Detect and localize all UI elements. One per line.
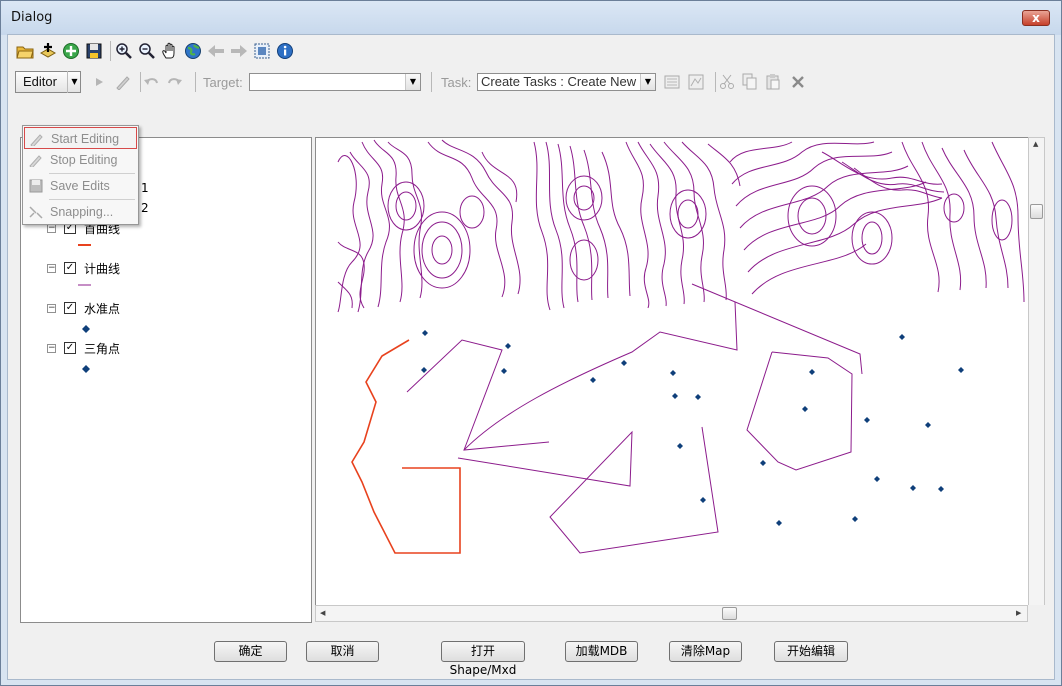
menu-separator [49, 173, 135, 174]
clear-map-button[interactable]: 清除Map [669, 641, 742, 662]
copy-icon[interactable] [742, 73, 758, 90]
paste-icon[interactable] [765, 73, 781, 90]
toc-partial-text: 1 [141, 181, 149, 195]
point-symbol-icon [82, 325, 90, 333]
menu-item-start-editing[interactable]: Start Editing [24, 127, 137, 149]
layer-name[interactable]: 三角点 [84, 340, 120, 357]
start-editing-icon [30, 134, 43, 146]
attributes-icon[interactable] [664, 74, 680, 90]
title-bar: Dialog x [1, 1, 1061, 35]
toc-partial-text: 2 [141, 201, 149, 215]
menu-item-stop-editing[interactable]: Stop Editing [24, 149, 137, 171]
editor-dropdown-menu: Start Editing Stop Editing Save Edits Sn… [22, 125, 139, 225]
map-canvas[interactable] [316, 138, 1030, 607]
line-symbol-icon [78, 284, 91, 286]
scroll-right-arrow-icon[interactable]: ▶ [1016, 609, 1021, 617]
chevron-down-icon: ▼ [640, 74, 655, 90]
select-icon[interactable] [252, 41, 272, 61]
editor-toolbar: Editor ▼ Target: ▼ Task: Create Tasks : … [15, 70, 1045, 94]
redo-icon[interactable] [167, 74, 183, 90]
menu-separator [49, 199, 135, 200]
point-symbol-icon [82, 365, 90, 373]
toc-layer-row[interactable]: − ✓ 水准点 [47, 300, 120, 316]
toolbar-separator [431, 72, 432, 92]
collapse-icon[interactable]: − [47, 263, 56, 273]
menu-item-label: Start Editing [51, 132, 120, 146]
toc-layer-row[interactable]: − ✓ 计曲线 [47, 260, 120, 276]
toolbar-separator [195, 72, 196, 92]
toolbar-separator [140, 72, 141, 92]
editor-dropdown-arrow-icon[interactable]: ▼ [67, 71, 81, 93]
save-edits-icon [29, 179, 43, 193]
forward-icon[interactable] [229, 41, 249, 61]
start-edit-button[interactable]: 开始编辑 [774, 641, 848, 662]
window-title: Dialog [11, 10, 53, 25]
delete-icon[interactable] [791, 75, 805, 89]
horizontal-scroll-thumb[interactable] [722, 607, 737, 620]
toc-partial-row: 1 [141, 180, 149, 196]
layer-visibility-checkbox[interactable]: ✓ [64, 262, 76, 274]
menu-item-snapping[interactable]: Snapping... [24, 201, 137, 223]
map-vertical-scrollbar[interactable]: ▲ [1028, 137, 1045, 607]
collapse-icon[interactable]: − [47, 303, 56, 313]
toc-partial-row: 2 [141, 200, 149, 216]
collapse-icon[interactable]: − [47, 343, 56, 353]
scroll-left-arrow-icon[interactable]: ◀ [320, 609, 325, 617]
task-label: Task: [441, 75, 472, 90]
close-icon: x [1032, 11, 1040, 25]
purple-polylines [406, 283, 863, 554]
chevron-down-icon: ▼ [405, 74, 420, 90]
survey-points [421, 330, 964, 526]
layer-name[interactable]: 水准点 [84, 300, 120, 317]
snapping-icon [29, 206, 43, 219]
pan-icon[interactable] [160, 41, 180, 61]
full-extent-icon[interactable] [183, 41, 203, 61]
back-icon[interactable] [206, 41, 226, 61]
menu-item-label: Snapping... [50, 205, 114, 219]
save-icon[interactable] [84, 41, 104, 61]
add-layer-icon[interactable] [61, 41, 81, 61]
zoom-out-icon[interactable] [137, 41, 157, 61]
layer-visibility-checkbox[interactable]: ✓ [64, 342, 76, 354]
toolbar-separator [110, 41, 111, 61]
map-horizontal-scrollbar[interactable]: ◀ ▶ [315, 605, 1028, 622]
ok-button[interactable]: 确定 [214, 641, 287, 662]
map-view[interactable] [315, 137, 1030, 607]
layer-name[interactable]: 计曲线 [84, 260, 120, 277]
task-select[interactable]: Create Tasks : Create New ▼ [477, 73, 656, 91]
contour-lines [337, 139, 1025, 313]
close-button[interactable]: x [1022, 10, 1050, 26]
layer-visibility-checkbox[interactable]: ✓ [64, 302, 76, 314]
toolbar-separator [715, 72, 716, 92]
menu-item-save-edits[interactable]: Save Edits [24, 175, 137, 197]
scrollbar-corner [1028, 605, 1045, 622]
edit-tool-icon[interactable] [95, 77, 105, 87]
zoom-in-icon[interactable] [114, 41, 134, 61]
load-mdb-button[interactable]: 加载MDB [565, 641, 638, 662]
sketch-properties-icon[interactable] [688, 74, 704, 90]
line-symbol-icon [78, 244, 91, 246]
index-lines [351, 339, 461, 554]
undo-icon[interactable] [143, 74, 159, 90]
map-toolbar [15, 39, 298, 63]
open-icon[interactable] [15, 41, 35, 61]
task-value: Create Tasks : Create New [481, 74, 637, 89]
sketch-tool-icon[interactable] [115, 74, 131, 90]
stop-editing-icon [29, 155, 42, 167]
toc-layer-row[interactable]: − ✓ 三角点 [47, 340, 120, 356]
scroll-up-arrow-icon[interactable]: ▲ [1033, 140, 1038, 148]
target-select[interactable]: ▼ [249, 73, 421, 91]
target-label: Target: [203, 75, 243, 90]
menu-item-label: Save Edits [50, 179, 110, 193]
editor-label: Editor [23, 74, 57, 89]
vertical-scroll-thumb[interactable] [1030, 204, 1043, 219]
cut-icon[interactable] [719, 74, 735, 90]
cancel-button[interactable]: 取消 [306, 641, 379, 662]
add-data-icon[interactable] [38, 41, 58, 61]
dialog-window: Dialog x Editor ▼ Target: ▼ Task: Create… [0, 0, 1062, 686]
identify-icon[interactable] [275, 41, 295, 61]
open-shape-mxd-button[interactable]: 打开Shape/Mxd [441, 641, 525, 677]
menu-item-label: Stop Editing [50, 153, 118, 167]
